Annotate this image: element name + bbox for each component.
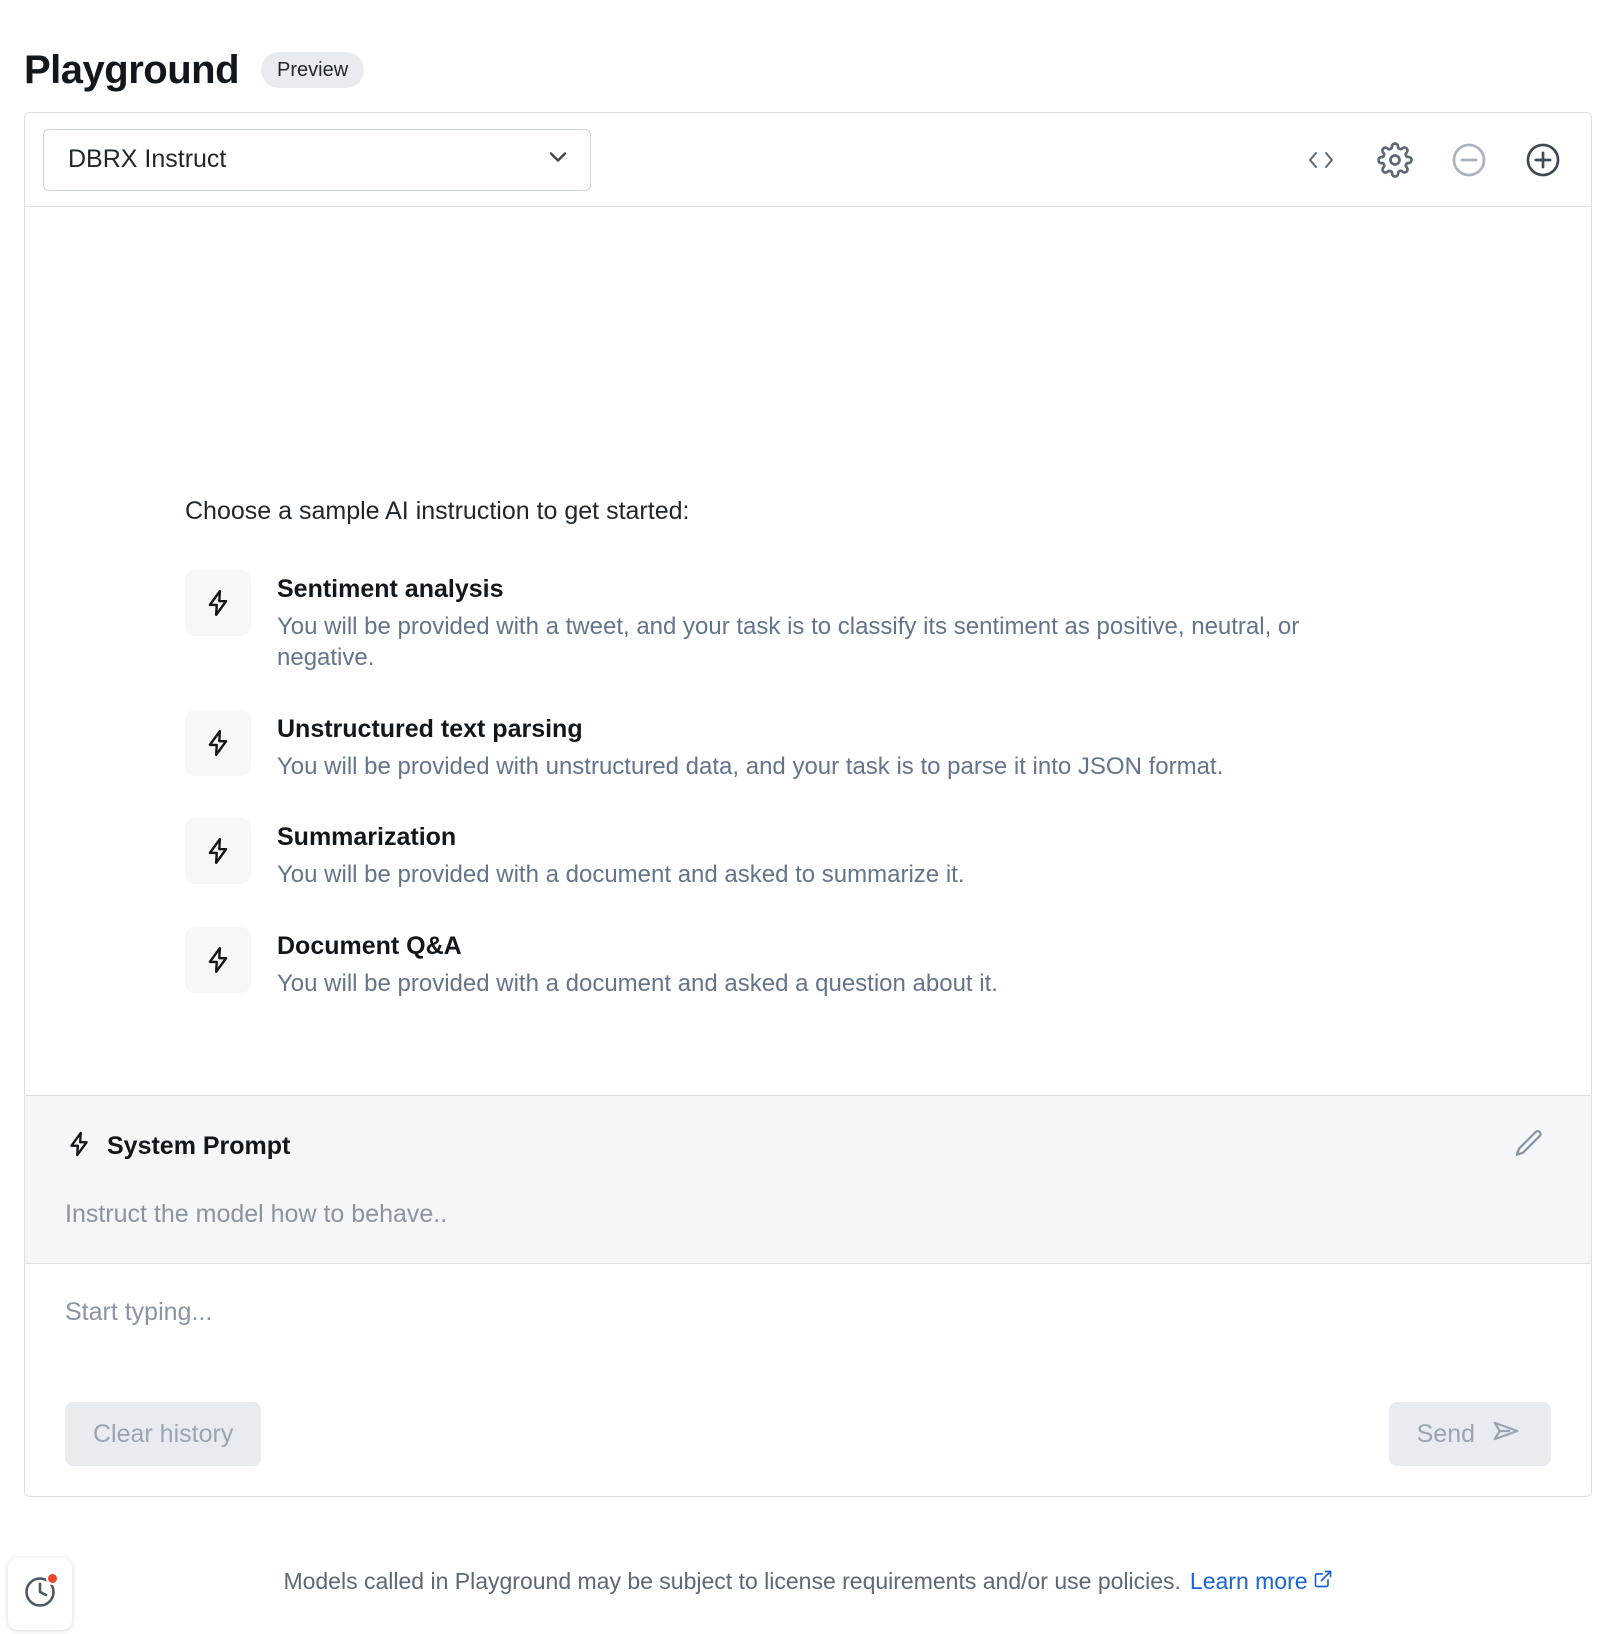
model-select-value: DBRX Instruct bbox=[68, 145, 227, 173]
gear-icon bbox=[1377, 141, 1413, 178]
learn-more-link[interactable]: Learn more bbox=[1190, 1568, 1333, 1595]
sample-item-text: Unstructured text parsing You will be pr… bbox=[277, 710, 1223, 782]
lightning-bolt-icon bbox=[185, 570, 251, 636]
learn-more-label: Learn more bbox=[1189, 1567, 1308, 1594]
clear-history-button[interactable]: Clear history bbox=[65, 1402, 262, 1466]
sample-item-description: You will be provided with unstructured d… bbox=[277, 752, 1224, 780]
sample-instructions: Choose a sample AI instruction to get st… bbox=[185, 497, 1471, 999]
composer-actions: Clear history Send bbox=[51, 1402, 1565, 1466]
external-link-icon bbox=[1313, 1568, 1333, 1595]
lightning-bolt-icon bbox=[185, 926, 251, 993]
history-button[interactable] bbox=[8, 1558, 72, 1630]
page-footer: Models called in Playground may be subje… bbox=[0, 1528, 1616, 1634]
page-title: Playground bbox=[24, 48, 240, 92]
footer-notice: Models called in Playground may be subje… bbox=[283, 1568, 1332, 1595]
system-prompt-section: System Prompt Instruct the model how to … bbox=[25, 1095, 1591, 1264]
sample-item-document-qa[interactable]: Document Q&A You will be provided with a… bbox=[185, 926, 1471, 999]
send-button-label: Send bbox=[1416, 1419, 1475, 1448]
sample-item-unstructured-text-parsing[interactable]: Unstructured text parsing You will be pr… bbox=[185, 709, 1471, 782]
conversation-area: Choose a sample AI instruction to get st… bbox=[25, 207, 1591, 1095]
footer-notice-text: Models called in Playground may be subje… bbox=[283, 1567, 1181, 1594]
sample-item-title: Unstructured text parsing bbox=[277, 714, 583, 743]
chevron-down-icon bbox=[544, 143, 572, 176]
sample-item-description: You will be provided with a document and… bbox=[277, 861, 965, 889]
system-prompt-input[interactable]: Instruct the model how to behave.. bbox=[51, 1200, 1565, 1229]
notification-dot bbox=[46, 1572, 59, 1585]
code-brackets-icon bbox=[1304, 146, 1338, 174]
add-pane-button[interactable] bbox=[1521, 138, 1565, 182]
sample-item-title: Summarization bbox=[277, 823, 457, 852]
system-prompt-header: System Prompt bbox=[51, 1124, 1565, 1168]
sample-item-description: You will be provided with a document and… bbox=[277, 969, 998, 997]
lightning-bolt-icon bbox=[185, 709, 251, 776]
playground-card: DBRX Instruct Choose a sample AI instruc… bbox=[24, 112, 1592, 1497]
sample-item-description: You will be provided with a tweet, and y… bbox=[277, 613, 1300, 672]
playground-toolbar: DBRX Instruct bbox=[25, 113, 1591, 207]
page-header: Playground Preview bbox=[0, 0, 1616, 112]
lightning-bolt-icon bbox=[185, 818, 251, 885]
message-composer: Start typing... Clear history Send bbox=[25, 1264, 1591, 1496]
pencil-icon bbox=[1513, 1128, 1545, 1165]
message-input[interactable]: Start typing... bbox=[51, 1298, 1565, 1402]
toolbar-actions bbox=[1299, 138, 1565, 182]
send-button[interactable]: Send bbox=[1388, 1402, 1551, 1466]
model-select[interactable]: DBRX Instruct bbox=[43, 128, 591, 191]
playground-page: Playground Preview DBRX Instruct Choose … bbox=[0, 0, 1616, 1634]
view-code-button[interactable] bbox=[1299, 138, 1343, 182]
sample-item-summarization[interactable]: Summarization You will be provided with … bbox=[185, 818, 1471, 890]
sample-item-title: Document Q&A bbox=[277, 931, 462, 960]
minus-circle-icon bbox=[1450, 141, 1488, 179]
sample-item-text: Summarization You will be provided with … bbox=[277, 818, 964, 890]
paper-plane-icon bbox=[1489, 1416, 1523, 1453]
sample-item-title: Sentiment analysis bbox=[277, 575, 504, 603]
sample-item-text: Sentiment analysis You will be provided … bbox=[277, 570, 1377, 674]
plus-circle-icon bbox=[1524, 141, 1562, 179]
sample-item-text: Document Q&A You will be provided with a… bbox=[277, 927, 998, 999]
preview-badge: Preview bbox=[261, 52, 365, 88]
sample-item-sentiment-analysis[interactable]: Sentiment analysis You will be provided … bbox=[185, 570, 1471, 674]
remove-pane-button[interactable] bbox=[1447, 138, 1491, 182]
system-prompt-title: System Prompt bbox=[107, 1131, 291, 1160]
lightning-bolt-icon bbox=[65, 1130, 93, 1163]
system-prompt-edit-button[interactable] bbox=[1507, 1124, 1551, 1168]
sample-instructions-heading: Choose a sample AI instruction to get st… bbox=[185, 497, 690, 525]
settings-button[interactable] bbox=[1373, 138, 1417, 182]
